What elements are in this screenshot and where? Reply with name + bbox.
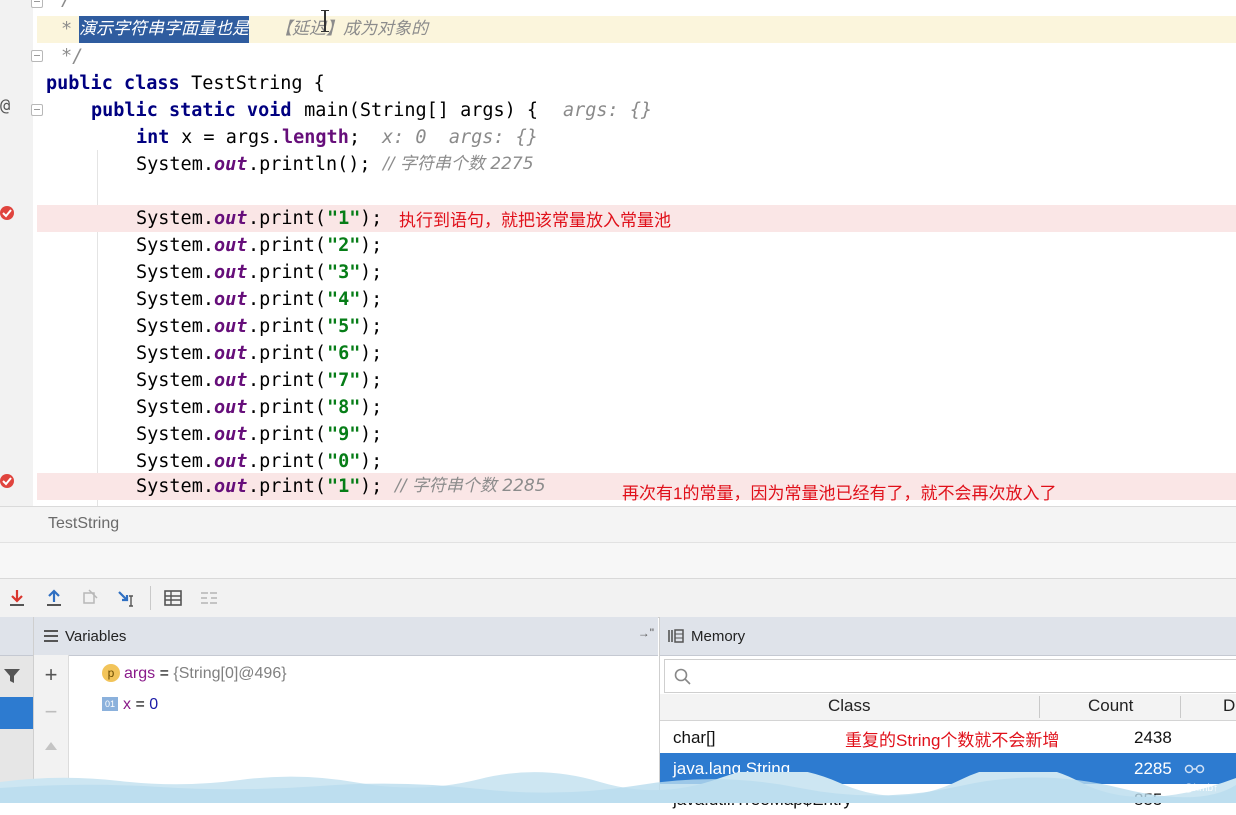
pin-icon[interactable]: →" bbox=[638, 626, 654, 640]
variables-title: Variables bbox=[65, 628, 127, 645]
breakpoint-icon[interactable] bbox=[0, 473, 15, 489]
code-line[interactable]: System. out .println(); // 字符串个数 2275 bbox=[37, 151, 1236, 178]
column-diff[interactable]: D bbox=[1223, 696, 1235, 716]
variables-header: Variables →" bbox=[34, 617, 658, 656]
editor-gutter[interactable] bbox=[0, 0, 33, 506]
code-line[interactable]: System. out .print("4"); bbox=[37, 286, 1236, 313]
annotation-text: 重复的String个数就不会新增 bbox=[845, 731, 1060, 750]
code-line[interactable]: public static void main(String[] args) {… bbox=[37, 97, 1236, 124]
inline-debug-hint: x: 0 args: {} bbox=[382, 127, 538, 148]
memory-title: Memory bbox=[691, 628, 746, 645]
selected-frame[interactable] bbox=[0, 697, 33, 729]
memory-search-field[interactable] bbox=[664, 659, 1236, 693]
watermark: CSDN @hmb↑ bbox=[1152, 783, 1218, 794]
code-line[interactable]: */ bbox=[37, 43, 1236, 70]
drop-frame-icon[interactable] bbox=[80, 587, 102, 609]
code-line[interactable]: System. out .print("2"); bbox=[37, 232, 1236, 259]
code-editor[interactable]: @ /** * 演示字符串字面量也是 【延迟】成为对象的 */ public c… bbox=[0, 0, 1236, 506]
file-tab-label[interactable]: TestString bbox=[48, 515, 119, 533]
code-line[interactable]: public class TestString { bbox=[37, 70, 1236, 97]
code-line[interactable]: System. out .print("7"); bbox=[37, 367, 1236, 394]
code-line[interactable]: System. out .print("6"); bbox=[37, 340, 1236, 367]
parameter-icon: p bbox=[102, 664, 120, 682]
search-icon bbox=[674, 668, 691, 685]
breakpoint-icon[interactable] bbox=[0, 205, 15, 221]
variable-row[interactable]: p args = {String[0]@496} bbox=[102, 661, 287, 687]
step-into-icon[interactable] bbox=[6, 587, 28, 609]
step-out-icon[interactable] bbox=[43, 587, 65, 609]
torn-edge-decoration bbox=[0, 772, 1236, 803]
code-line[interactable]: /** bbox=[37, 0, 1236, 13]
code-line[interactable]: int x = args. length ; x: 0 args: {} bbox=[37, 124, 1236, 151]
debug-tab-bar bbox=[0, 542, 1236, 579]
variable-row[interactable]: 01 x = 0 bbox=[102, 692, 158, 718]
list-icon bbox=[44, 630, 58, 642]
memory-header: Memory bbox=[660, 617, 1236, 656]
code-line[interactable]: System. out .print("5"); bbox=[37, 313, 1236, 340]
column-count[interactable]: Count bbox=[1088, 696, 1133, 716]
debug-toolbar bbox=[0, 578, 1236, 618]
column-class[interactable]: Class bbox=[828, 696, 871, 716]
run-to-cursor-icon[interactable] bbox=[116, 587, 138, 609]
memory-icon bbox=[668, 629, 684, 643]
code-line[interactable]: System. out .print("9"); bbox=[37, 421, 1236, 448]
inline-debug-hint: args: {} bbox=[563, 100, 653, 121]
annotation-text: 执行到语句，就把该常量放入常量池 bbox=[399, 211, 671, 230]
code-line[interactable]: System. out .print("3"); bbox=[37, 259, 1236, 286]
code-line[interactable]: System. out .print("0"); bbox=[37, 448, 1236, 475]
selected-text: 演示字符串字面量也是 bbox=[79, 16, 249, 43]
override-marker-icon[interactable]: @ bbox=[0, 96, 10, 116]
code-line-current[interactable]: * 演示字符串字面量也是 【延迟】成为对象的 bbox=[37, 16, 1236, 43]
memory-search-input[interactable] bbox=[697, 664, 1221, 688]
trace-stream-icon[interactable] bbox=[198, 587, 220, 609]
add-watch-icon[interactable]: + bbox=[42, 664, 60, 686]
editor-breadcrumb-bar: TestString bbox=[0, 506, 1236, 543]
evaluate-table-icon[interactable] bbox=[162, 587, 184, 609]
remove-watch-icon[interactable]: − bbox=[42, 701, 60, 723]
move-up-icon[interactable] bbox=[44, 740, 58, 752]
toolbar-separator bbox=[150, 586, 151, 610]
primitive-icon: 01 bbox=[102, 697, 118, 711]
annotation-text: 再次有1的常量，因为常量池已经有了，就不会再次放入了 bbox=[622, 484, 1057, 503]
code-line[interactable]: System. out .print("8"); bbox=[37, 394, 1236, 421]
memory-table-header: Class Count D bbox=[660, 694, 1236, 721]
filter-icon[interactable] bbox=[3, 667, 21, 685]
text-cursor-icon bbox=[321, 10, 329, 32]
